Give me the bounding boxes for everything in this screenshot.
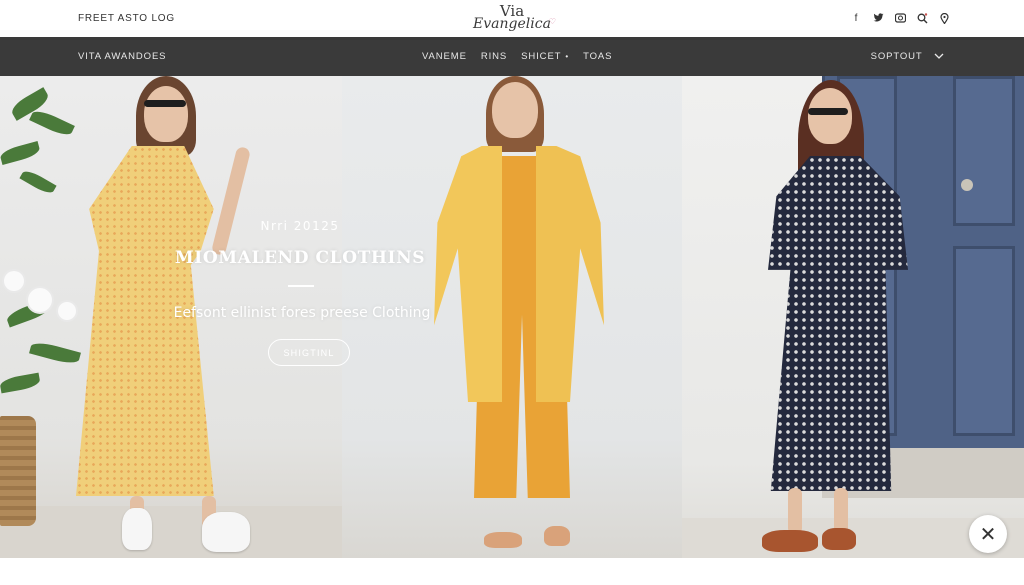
hero-eyebrow: Nrri 20125 [260,219,340,233]
nav-item-label: SHICET [521,51,562,62]
site-logo[interactable]: Via Evangelica ♡ [460,4,564,35]
model-navy-dress [762,76,912,558]
basket [0,416,36,526]
close-icon: ✕ [979,523,997,546]
nav-account[interactable]: SOPTOUT [871,51,944,62]
plant-leaf [0,141,42,165]
facebook-icon[interactable]: f [850,12,862,24]
page: FREET ASTO LOG Via Evangelica ♡ f VITA A… [0,0,1024,585]
leg [788,488,802,534]
plant-leaf [19,167,57,197]
nav-item-vaneme[interactable]: VANEME [422,51,467,62]
social-icons: f [850,12,950,24]
top-bar-left-text[interactable]: FREET ASTO LOG [78,13,175,24]
hero-cta-button[interactable]: SHIGTINL [268,339,350,366]
nav-menu: VANEME RINS SHICET • TOAS [422,51,612,62]
nav-item-label: VANEME [422,51,467,62]
door-panel [953,76,1015,226]
hero-subtitle: Eefsont ellinist fores preese Clothing [173,305,431,321]
hero-title: MIOMALEND CLOTHINS [174,248,426,268]
sandal [484,532,522,548]
hero-text-block: Nrri 20125 MIOMALEND CLOTHINS Eefsont el… [150,76,464,558]
door-knob [961,179,973,191]
sandal [544,526,570,546]
caret-icon: • [565,52,570,61]
sandal [762,530,818,552]
instagram-icon[interactable] [894,12,906,24]
nav-brand[interactable]: VITA AWANDOES [78,51,166,62]
nav-item-shicet[interactable]: SHICET • [521,51,569,62]
nav-item-label: RINS [480,51,508,62]
sunglasses [808,108,848,115]
flower [28,288,52,312]
head [492,82,538,138]
sneaker [122,508,152,550]
top-bar: FREET ASTO LOG Via Evangelica ♡ f [0,0,1024,37]
nav-account-label: SOPTOUT [870,51,923,62]
head [808,88,852,144]
hero-banner: Nrri 20125 MIOMALEND CLOTHINS Eefsont el… [0,76,1024,558]
navy-floral-dress [768,156,908,491]
plant-leaf [0,372,41,394]
search-icon[interactable] [916,12,928,24]
nav-item-label: TOAS [583,51,613,62]
bottom-strip [0,558,1024,585]
nav-item-toas[interactable]: TOAS [583,51,612,62]
door-panel [953,246,1015,436]
heart-icon: ♡ [548,17,556,26]
sandal [822,528,856,550]
location-icon[interactable] [938,12,950,24]
hero-divider [288,285,314,287]
twitter-icon[interactable] [872,12,884,24]
close-button[interactable]: ✕ [969,515,1007,553]
main-nav: VITA AWANDOES VANEME RINS SHICET • TOAS S… [0,37,1024,76]
nav-item-rins[interactable]: RINS [481,51,507,62]
flower [4,271,24,291]
chevron-down-icon [934,51,944,62]
hero-panel-3 [682,76,1024,558]
